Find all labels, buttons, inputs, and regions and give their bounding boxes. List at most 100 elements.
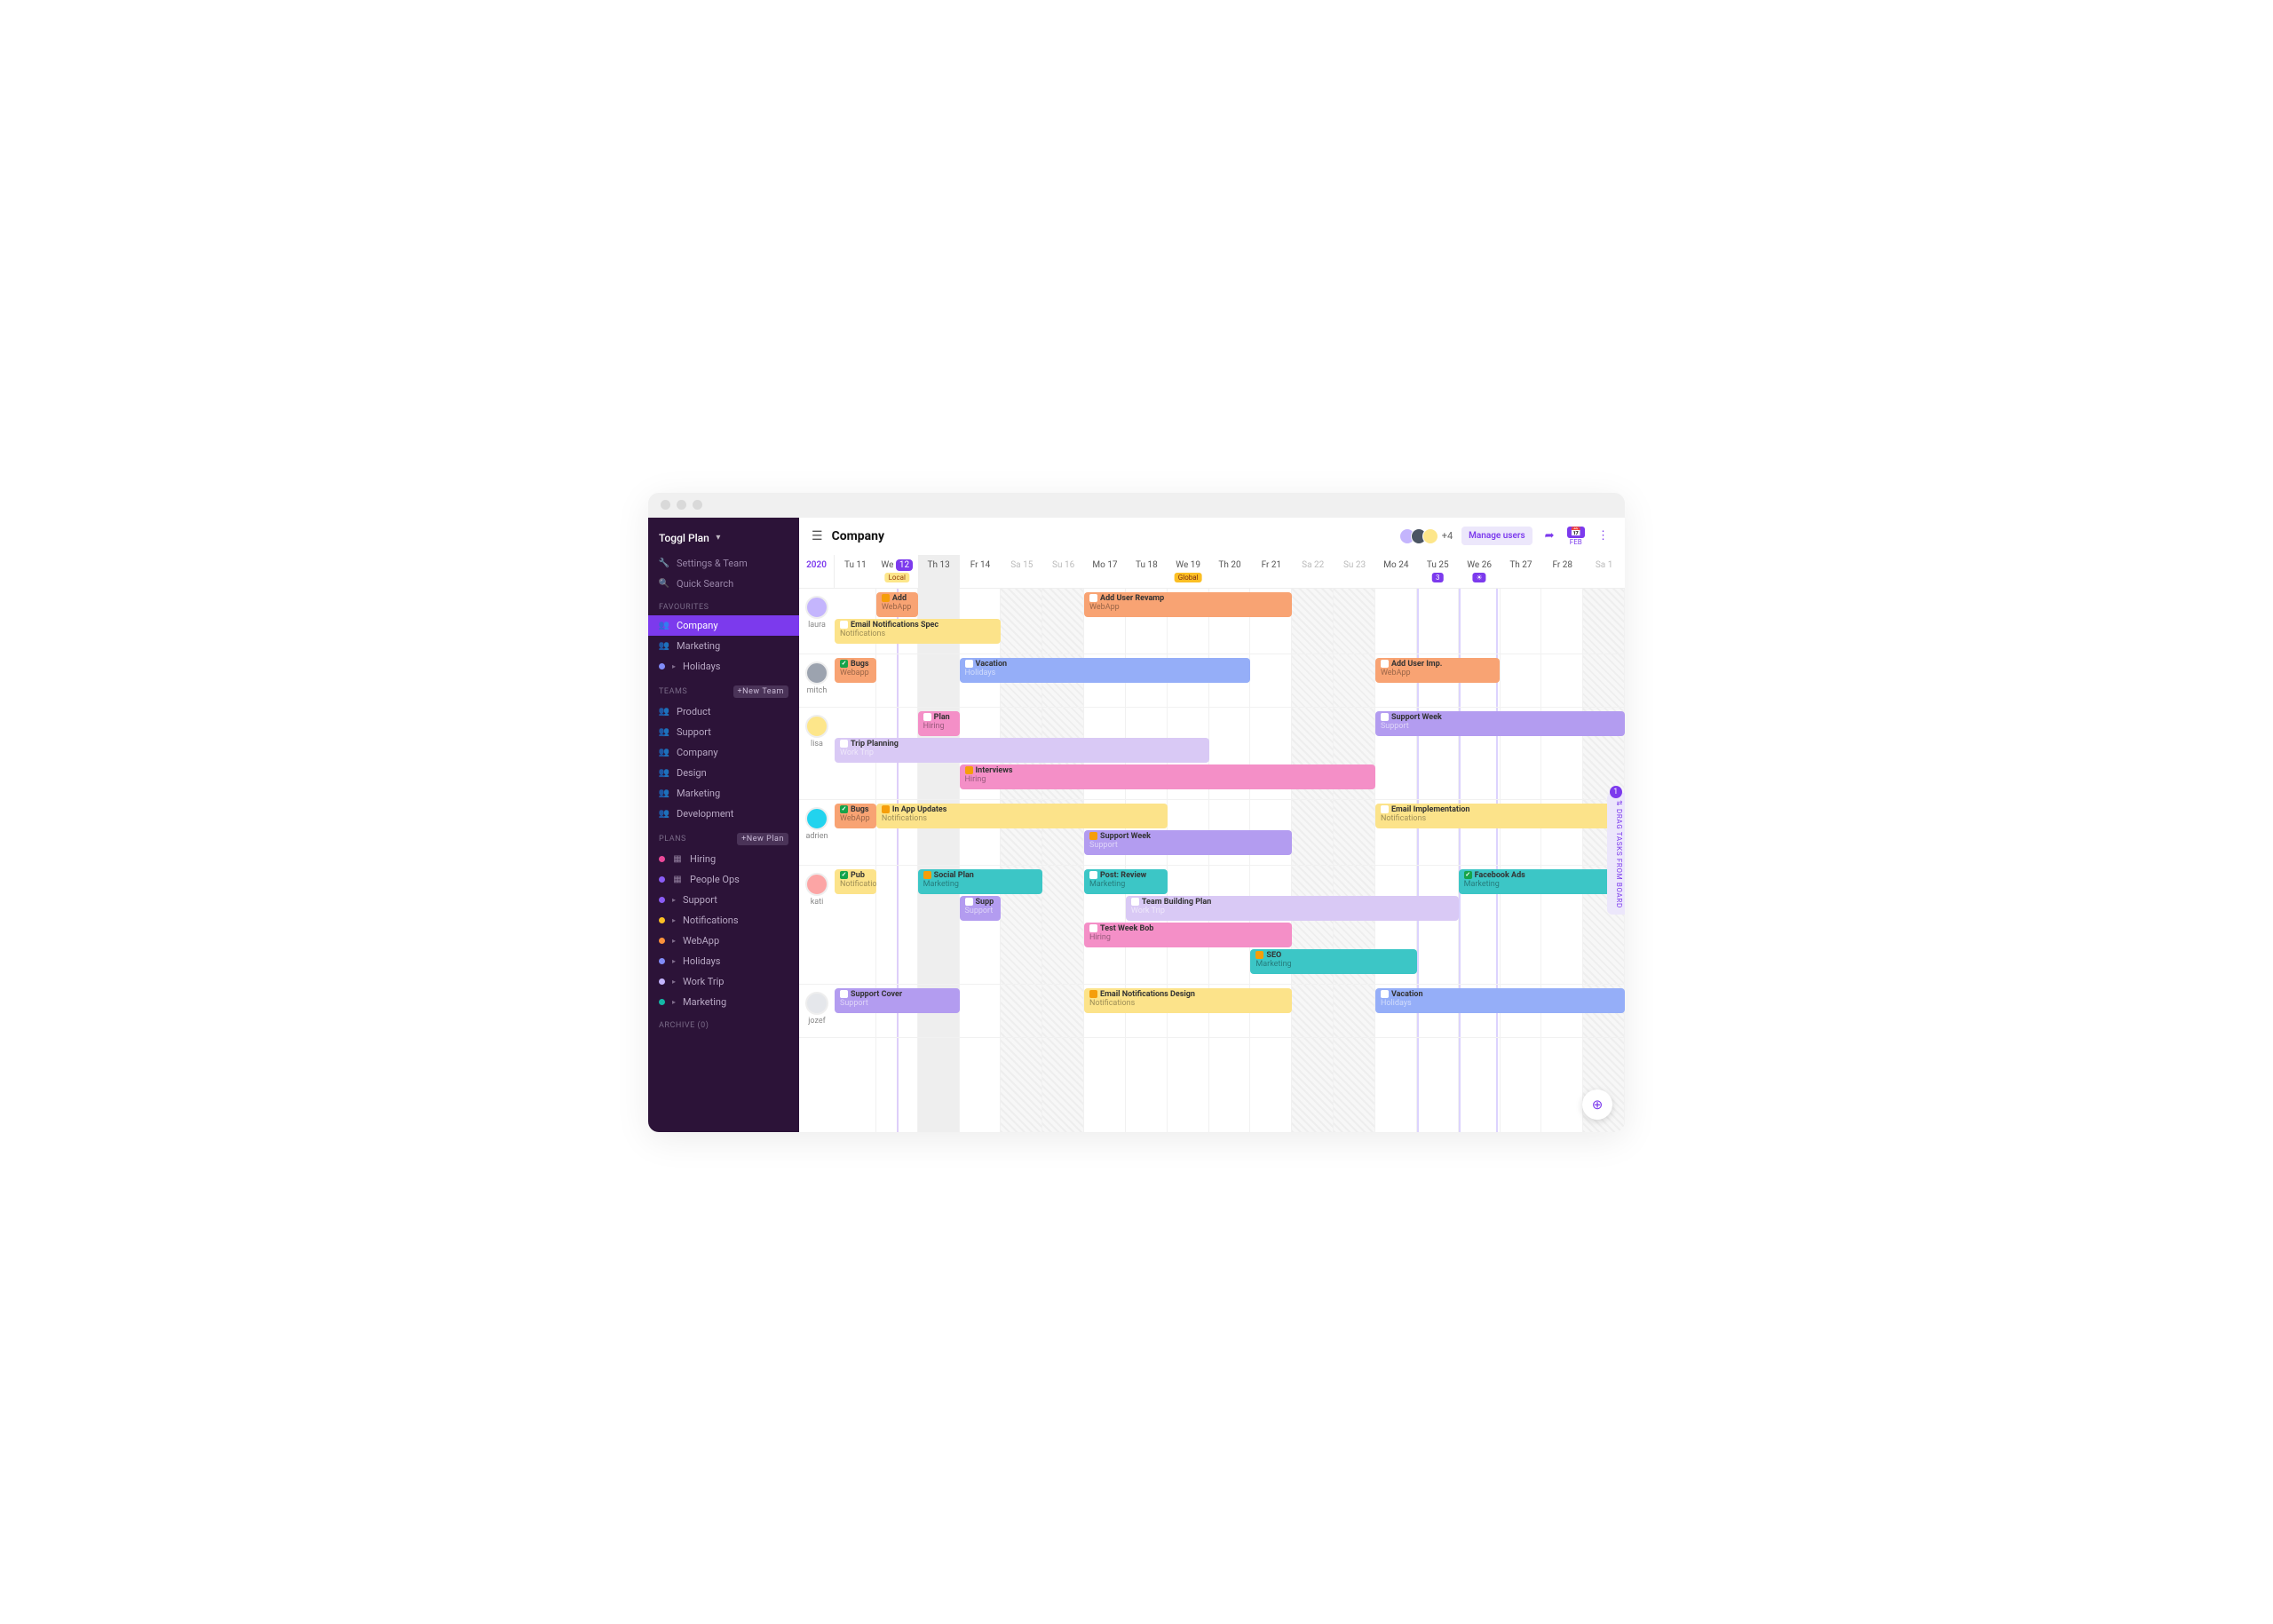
task-bar[interactable]: SEOMarketing [1250,949,1416,974]
day-column[interactable]: Sa 1 [1583,555,1625,588]
sidebar-item[interactable]: ▦Hiring [648,849,799,869]
task-bar[interactable]: VacationHolidays [1375,988,1625,1013]
user-info[interactable]: jozef [799,985,835,1037]
sidebar-item[interactable]: 👥Marketing [648,783,799,804]
task-bar[interactable]: Add User Imp.WebApp [1375,658,1501,683]
task-bar[interactable]: Email ImplementationNotifications [1375,804,1625,828]
user-row: mitch✓BugsWebapp VacationHolidays Add User… [799,654,1625,708]
day-column[interactable]: Tu 18 [1126,555,1168,588]
user-info[interactable]: mitch [799,654,835,707]
day-column[interactable]: Fr 28 [1541,555,1583,588]
share-icon[interactable]: ➦ [1541,529,1558,543]
day-column[interactable]: Mo 24 [1375,555,1417,588]
people-icon: 👥 [659,788,669,798]
day-column[interactable]: Fr 21 [1250,555,1292,588]
avatar [1422,528,1438,544]
day-column[interactable]: Su 23 [1334,555,1375,588]
calendar-jump-button[interactable]: 📅 FEB [1567,527,1585,546]
sidebar-item[interactable]: ▸Marketing [648,992,799,1012]
sidebar-item[interactable]: 👥Support [648,722,799,742]
quick-search-link[interactable]: 🔍 Quick Search [648,574,799,594]
sidebar-item[interactable]: 👥Product [648,701,799,722]
task-bar[interactable]: VacationHolidays [960,658,1251,683]
settings-team-link[interactable]: 🔧 Settings & Team [648,553,799,574]
user-lanes[interactable]: ✓BugsWebapp VacationHolidays Add User Imp.… [835,654,1625,707]
new-team-button[interactable]: +New Team [733,685,788,698]
task-bar[interactable]: Trip PlanningWork Trip [835,738,1209,763]
task-bar[interactable]: Email Notifications SpecNotifications [835,619,1001,644]
user-info[interactable]: kati [799,866,835,984]
year-label[interactable]: 2020 [799,555,835,588]
zoom-button[interactable]: ⊕ [1582,1089,1612,1120]
day-column[interactable]: Fr 14 [960,555,1002,588]
traffic-max-icon[interactable] [693,500,702,510]
task-bar[interactable]: ✓Facebook AdsMarketing [1459,869,1625,894]
user-avatars[interactable]: +4 [1404,528,1453,544]
task-bar[interactable]: Post: ReviewMarketing [1084,869,1168,894]
sidebar-item[interactable]: 👥Marketing [648,636,799,656]
user-info[interactable]: adrien [799,800,835,865]
manage-users-button[interactable]: Manage users [1461,527,1532,545]
traffic-min-icon[interactable] [677,500,686,510]
day-column[interactable]: Th 13 [918,555,960,588]
task-bar[interactable]: Social PlanMarketing [918,869,1043,894]
task-bar[interactable]: SuppSupport [960,896,1002,921]
user-lanes[interactable]: ✓BugsWebAppIn App UpdatesNotifications Em… [835,800,1625,865]
day-column[interactable]: Th 27 [1501,555,1542,588]
dayname: We [881,560,896,570]
new-plan-button[interactable]: +New Plan [737,833,788,845]
user-lanes[interactable]: AddWebApp Add User RevampWebApp Email Noti… [835,589,1625,654]
user-info[interactable]: laura [799,589,835,654]
color-dot-icon [659,876,665,883]
sidebar-item-label: Work Trip [683,976,724,987]
sidebar-item[interactable]: ▸Holidays [648,951,799,971]
task-bar[interactable]: Support WeekSupport [1375,711,1625,736]
user-lanes[interactable]: PlanHiring Support WeekSupport Trip Planni… [835,708,1625,799]
task-bar[interactable]: InterviewsHiring [960,764,1375,789]
day-column[interactable]: We 19Global [1168,555,1209,588]
day-column[interactable]: Sa 22 [1292,555,1334,588]
task-bar[interactable]: Support WeekSupport [1084,830,1292,855]
traffic-close-icon[interactable] [661,500,670,510]
task-bar[interactable]: ✓BugsWebApp [835,804,876,828]
sidebar-item[interactable]: ▸Work Trip [648,971,799,992]
archive-header[interactable]: ARCHIVE (0) [648,1012,799,1034]
sidebar-item[interactable]: ▸Notifications [648,910,799,931]
day-column[interactable]: Tu 253 [1417,555,1459,588]
user-info[interactable]: lisa [799,708,835,799]
sidebar-item[interactable]: ▸Support [648,890,799,910]
task-bar[interactable]: In App UpdatesNotifications [876,804,1168,828]
task-bar[interactable]: Email Notifications DesignNotifications [1084,988,1292,1013]
day-column[interactable]: Tu 11 [835,555,876,588]
user-lanes[interactable]: ✓PubNotifications Social PlanMarketing Pos… [835,866,1625,984]
sidebar-item[interactable]: ▦People Ops [648,869,799,890]
sidebar-item[interactable]: 👥Company [648,742,799,763]
task-title: Plan [923,713,954,723]
task-bar[interactable]: Team Building PlanWork Trip [1126,896,1459,921]
task-title: ✓Bugs [840,805,871,815]
day-column[interactable]: We 26☀ [1459,555,1501,588]
sidebar-item[interactable]: 👥Company [648,615,799,636]
drag-tasks-panel-handle[interactable]: 1 ⇅ DRAG TASKS FROM BOARD [1607,793,1625,915]
task-bar[interactable]: AddWebApp [876,592,918,617]
day-column[interactable]: We 12Local [876,555,918,588]
sidebar-item[interactable]: 👥Design [648,763,799,783]
task-bar[interactable]: PlanHiring [918,711,960,736]
sidebar-item[interactable]: ▸Holidays [648,656,799,677]
brand-menu[interactable]: Toggl Plan ▾ [648,527,799,553]
sidebar-item[interactable]: ▸WebApp [648,931,799,951]
day-column[interactable]: Th 20 [1209,555,1251,588]
timeline[interactable]: laura AddWebApp Add User RevampWebApp Email… [799,589,1625,1132]
task-bar[interactable]: Add User RevampWebApp [1084,592,1292,617]
task-bar[interactable]: ✓BugsWebapp [835,658,876,683]
more-icon[interactable]: ⋮ [1594,529,1612,543]
task-bar[interactable]: Support CoverSupport [835,988,960,1013]
menu-icon[interactable]: ☰ [812,529,823,543]
day-column[interactable]: Su 16 [1042,555,1084,588]
task-bar[interactable]: Test Week BobHiring [1084,923,1292,947]
day-column[interactable]: Mo 17 [1084,555,1126,588]
sidebar-item[interactable]: 👥Development [648,804,799,824]
user-lanes[interactable]: Support CoverSupport Email Notifications … [835,985,1625,1037]
task-bar[interactable]: ✓PubNotifications [835,869,876,894]
day-column[interactable]: Sa 15 [1001,555,1042,588]
